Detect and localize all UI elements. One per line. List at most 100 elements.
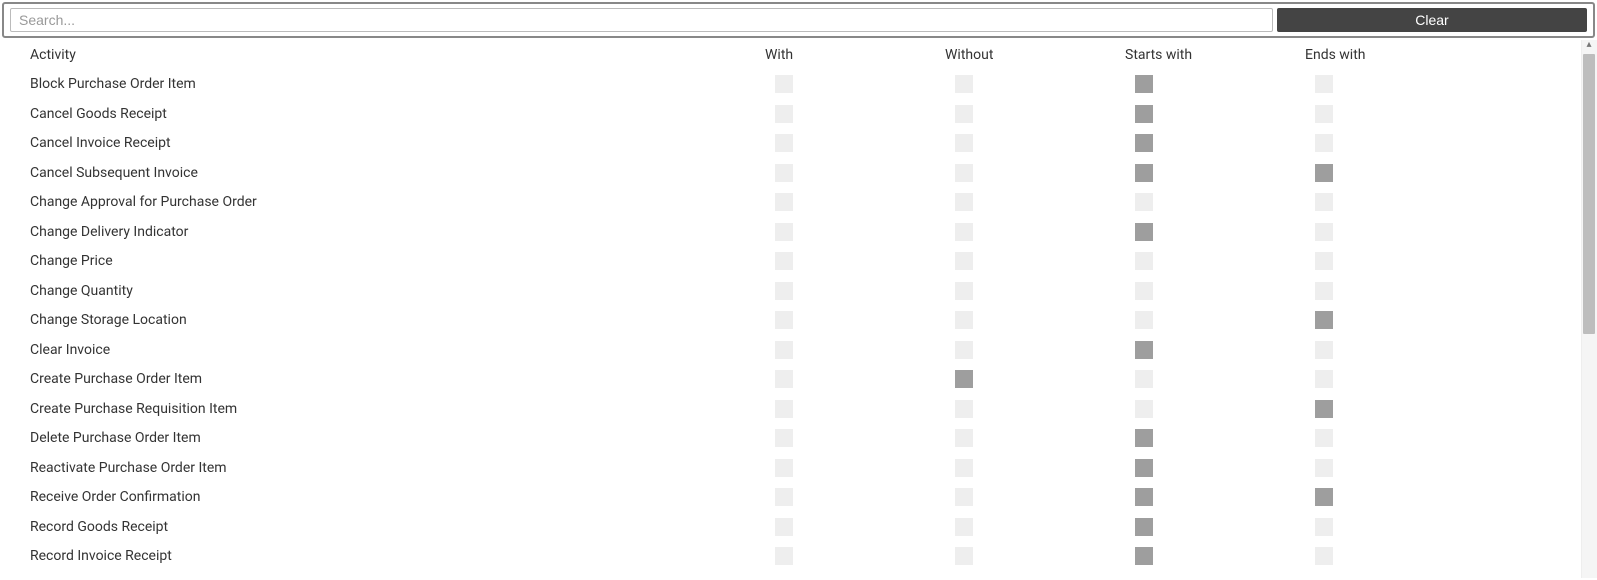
scroll-up-arrow-icon[interactable]: ▴ <box>1584 40 1594 50</box>
without-toggle[interactable] <box>955 223 973 241</box>
ends-with-toggle[interactable] <box>1315 488 1333 506</box>
with-toggle[interactable] <box>775 164 793 182</box>
with-toggle[interactable] <box>775 429 793 447</box>
with-toggle[interactable] <box>775 252 793 270</box>
ends-with-toggle[interactable] <box>1315 252 1333 270</box>
ends-with-toggle[interactable] <box>1315 193 1333 211</box>
starts-with-toggle[interactable] <box>1135 134 1153 152</box>
ends-with-toggle[interactable] <box>1315 341 1333 359</box>
starts-with-toggle-cell <box>1125 459 1305 477</box>
activity-label: Reactivate Purchase Order Item <box>30 460 765 476</box>
without-toggle-cell <box>945 105 1125 123</box>
ends-with-toggle-cell <box>1305 429 1505 447</box>
without-toggle[interactable] <box>955 400 973 418</box>
ends-with-toggle[interactable] <box>1315 223 1333 241</box>
starts-with-toggle[interactable] <box>1135 341 1153 359</box>
ends-with-toggle[interactable] <box>1315 282 1333 300</box>
ends-with-toggle[interactable] <box>1315 518 1333 536</box>
starts-with-toggle[interactable] <box>1135 164 1153 182</box>
starts-with-toggle[interactable] <box>1135 223 1153 241</box>
starts-with-toggle[interactable] <box>1135 75 1153 93</box>
scrollbar-track[interactable]: ▴ <box>1581 40 1597 578</box>
with-toggle[interactable] <box>775 459 793 477</box>
with-toggle[interactable] <box>775 341 793 359</box>
starts-with-toggle[interactable] <box>1135 193 1153 211</box>
without-toggle[interactable] <box>955 282 973 300</box>
without-toggle[interactable] <box>955 134 973 152</box>
starts-with-toggle[interactable] <box>1135 547 1153 565</box>
activity-label: Change Quantity <box>30 283 765 299</box>
search-input[interactable] <box>10 8 1273 32</box>
with-toggle[interactable] <box>775 400 793 418</box>
with-toggle[interactable] <box>775 75 793 93</box>
starts-with-toggle[interactable] <box>1135 252 1153 270</box>
table-row: Change Storage Location <box>0 306 1597 336</box>
ends-with-toggle[interactable] <box>1315 429 1333 447</box>
table-header-row: Activity With Without Starts with Ends w… <box>0 40 1597 70</box>
starts-with-toggle[interactable] <box>1135 370 1153 388</box>
starts-with-toggle-cell <box>1125 400 1305 418</box>
col-header-starts: Starts with <box>1125 47 1305 63</box>
with-toggle[interactable] <box>775 370 793 388</box>
starts-with-toggle-cell <box>1125 547 1305 565</box>
with-toggle-cell <box>765 459 945 477</box>
with-toggle[interactable] <box>775 488 793 506</box>
starts-with-toggle[interactable] <box>1135 518 1153 536</box>
without-toggle[interactable] <box>955 547 973 565</box>
with-toggle[interactable] <box>775 518 793 536</box>
ends-with-toggle[interactable] <box>1315 547 1333 565</box>
without-toggle[interactable] <box>955 459 973 477</box>
with-toggle[interactable] <box>775 547 793 565</box>
starts-with-toggle-cell <box>1125 282 1305 300</box>
ends-with-toggle[interactable] <box>1315 164 1333 182</box>
with-toggle[interactable] <box>775 223 793 241</box>
starts-with-toggle-cell <box>1125 518 1305 536</box>
col-header-with: With <box>765 47 945 63</box>
ends-with-toggle[interactable] <box>1315 400 1333 418</box>
starts-with-toggle[interactable] <box>1135 488 1153 506</box>
with-toggle[interactable] <box>775 311 793 329</box>
starts-with-toggle[interactable] <box>1135 400 1153 418</box>
starts-with-toggle-cell <box>1125 134 1305 152</box>
starts-with-toggle[interactable] <box>1135 429 1153 447</box>
without-toggle-cell <box>945 252 1125 270</box>
without-toggle[interactable] <box>955 105 973 123</box>
with-toggle[interactable] <box>775 282 793 300</box>
without-toggle[interactable] <box>955 429 973 447</box>
col-header-activity: Activity <box>30 47 765 63</box>
without-toggle-cell <box>945 164 1125 182</box>
starts-with-toggle-cell <box>1125 488 1305 506</box>
with-toggle[interactable] <box>775 134 793 152</box>
ends-with-toggle[interactable] <box>1315 75 1333 93</box>
ends-with-toggle[interactable] <box>1315 459 1333 477</box>
without-toggle[interactable] <box>955 518 973 536</box>
without-toggle-cell <box>945 193 1125 211</box>
starts-with-toggle[interactable] <box>1135 282 1153 300</box>
with-toggle-cell <box>765 282 945 300</box>
without-toggle[interactable] <box>955 75 973 93</box>
table-row: Create Purchase Requisition Item <box>0 394 1597 424</box>
ends-with-toggle[interactable] <box>1315 105 1333 123</box>
without-toggle[interactable] <box>955 311 973 329</box>
ends-with-toggle-cell <box>1305 193 1505 211</box>
without-toggle[interactable] <box>955 341 973 359</box>
without-toggle[interactable] <box>955 193 973 211</box>
starts-with-toggle-cell <box>1125 311 1305 329</box>
without-toggle[interactable] <box>955 164 973 182</box>
scrollbar-thumb[interactable] <box>1583 54 1595 334</box>
without-toggle[interactable] <box>955 252 973 270</box>
ends-with-toggle[interactable] <box>1315 311 1333 329</box>
without-toggle-cell <box>945 75 1125 93</box>
ends-with-toggle[interactable] <box>1315 134 1333 152</box>
clear-button[interactable]: Clear <box>1277 8 1587 32</box>
without-toggle[interactable] <box>955 370 973 388</box>
activity-label: Change Approval for Purchase Order <box>30 194 765 210</box>
starts-with-toggle[interactable] <box>1135 105 1153 123</box>
ends-with-toggle[interactable] <box>1315 370 1333 388</box>
with-toggle[interactable] <box>775 105 793 123</box>
starts-with-toggle[interactable] <box>1135 459 1153 477</box>
without-toggle[interactable] <box>955 488 973 506</box>
without-toggle-cell <box>945 547 1125 565</box>
starts-with-toggle[interactable] <box>1135 311 1153 329</box>
with-toggle[interactable] <box>775 193 793 211</box>
